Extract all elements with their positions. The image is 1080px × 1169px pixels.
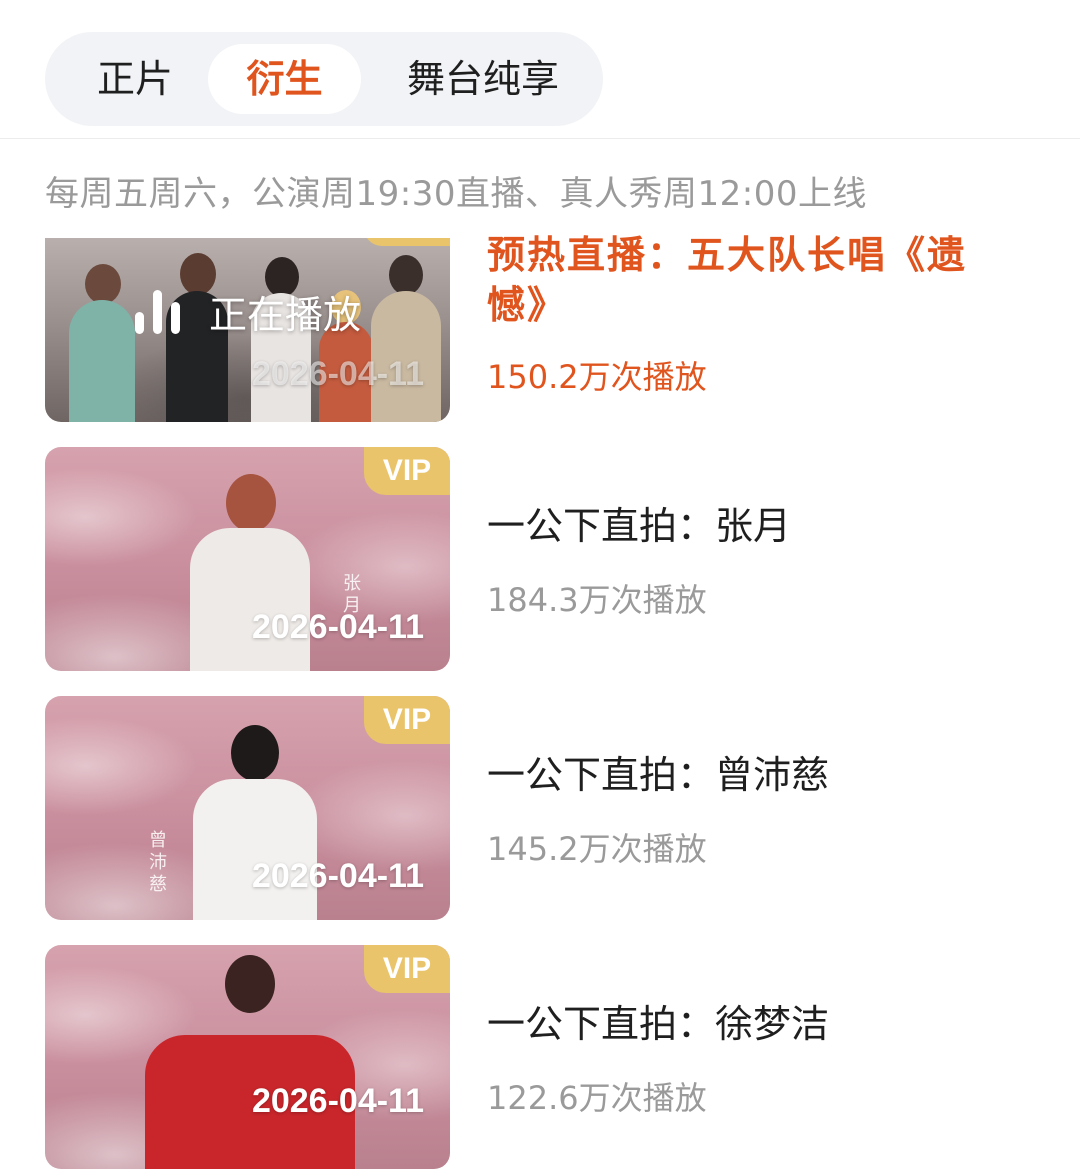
tab-stage-performances[interactable]: 舞台纯享 [383,44,583,114]
video-title: 预热直播：五大队长唱《遗憾》 [487,233,968,327]
video-date: 2026-04-11 [251,355,424,393]
vip-badge: VIP [364,447,450,495]
playing-bars-icon [133,288,193,334]
vip-badge: VIP [364,945,450,993]
person-figure [145,945,355,1169]
now-playing-label: 正在播放 [209,292,362,337]
divider [0,138,1080,139]
video-date: 2026-04-11 [251,608,424,646]
video-item[interactable]: 曾沛慈 VIP 2026-04-11 一公下直拍：曾沛慈 145.2万次播放 [45,696,1045,920]
thumbnail-name-text: 曾沛慈 [146,830,167,896]
video-title: 一公下直拍：曾沛慈 [487,753,830,797]
person-figure [365,247,445,422]
now-playing-indicator: 正在播放 [133,286,362,337]
person-figure [65,252,135,422]
schedule-note: 每周五周六，公演周19:30直播、真人秀周12:00上线 [45,174,867,214]
video-thumbnail: VIP 2026-04-11 [45,945,450,1169]
video-item[interactable]: VIP 2026-04-11 一公下直拍：徐梦洁 122.6万次播放 [45,945,1045,1169]
tab-bar: 正片 衍生 舞台纯享 [45,32,603,126]
tab-main-episodes[interactable]: 正片 [75,44,195,114]
video-play-count: 145.2万次播放 [487,830,707,868]
video-item[interactable]: 张月 VIP 2026-04-11 一公下直拍：张月 184.3万次播放 [45,447,1045,671]
video-title: 一公下直拍：张月 [487,504,792,548]
video-thumbnail: 正在播放 2026-04-11 [45,238,450,422]
video-play-count: 150.2万次播放 [487,358,707,396]
video-thumbnail: 曾沛慈 VIP 2026-04-11 [45,696,450,920]
vip-badge: VIP [364,696,450,744]
video-date: 2026-04-11 [251,857,424,895]
badge-partial [364,238,450,246]
video-date: 2026-04-11 [251,1082,424,1120]
video-item-now-playing[interactable]: 正在播放 2026-04-11 预热直播：五大队长唱《遗憾》 150.2万次播放 [45,233,1045,422]
video-play-count: 122.6万次播放 [487,1079,707,1117]
video-thumbnail: 张月 VIP 2026-04-11 [45,447,450,671]
video-play-count: 184.3万次播放 [487,581,707,619]
tab-derivatives[interactable]: 衍生 [208,44,361,114]
video-title: 一公下直拍：徐梦洁 [487,1002,830,1046]
